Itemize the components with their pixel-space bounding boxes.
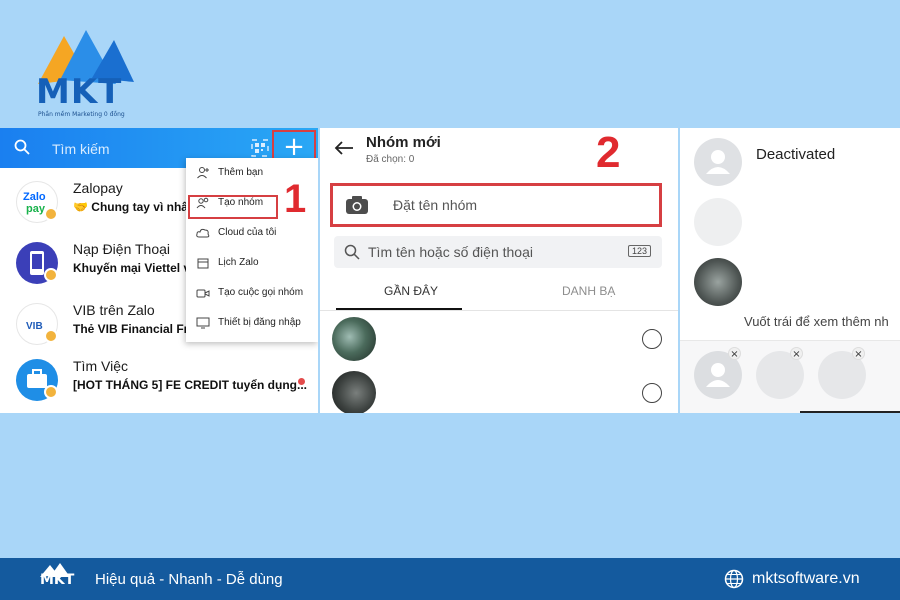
selection-panel: Deactivated Vuốt trái để xem thêm nh × ×… — [680, 128, 900, 413]
unread-dot — [298, 378, 305, 385]
chat-name: Tìm Việc — [73, 358, 128, 374]
menu-label: Thêm bạn — [218, 167, 264, 178]
search-icon[interactable] — [14, 139, 30, 155]
search-input[interactable]: Tìm kiếm — [52, 141, 110, 157]
tab-contacts[interactable]: DANH BẠ — [562, 284, 615, 298]
contact-avatar — [332, 371, 376, 413]
svg-text:pay: pay — [26, 203, 46, 215]
home-indicator — [800, 411, 900, 413]
video-call-icon — [196, 289, 210, 298]
logo-text: MKT — [36, 72, 123, 112]
search-placeholder: Tìm tên hoặc số điện thoại — [368, 244, 533, 260]
step-number-1: 1 — [284, 177, 307, 221]
chat-name: Zalopay — [73, 180, 123, 196]
footer-bar: MKT Hiệu quả - Nhanh - Dễ dùng mktsoftwa… — [0, 558, 900, 600]
contact-row[interactable] — [320, 369, 678, 413]
website-link[interactable]: mktsoftware.vn — [752, 570, 860, 588]
contact-row[interactable] — [320, 315, 678, 363]
group-name-placeholder: Đặt tên nhóm — [393, 197, 478, 213]
selected-count: Đã chọn: 0 — [366, 154, 415, 165]
group-name-field[interactable]: Đặt tên nhóm — [330, 183, 662, 227]
plus-icon: + — [283, 132, 305, 162]
select-radio[interactable] — [642, 329, 662, 349]
globe-icon — [724, 569, 744, 589]
verified-badge-icon — [44, 207, 58, 221]
verified-badge-icon — [44, 385, 58, 399]
numeric-keyboard-toggle[interactable]: 123 — [628, 245, 652, 257]
svg-text:VIB: VIB — [26, 321, 43, 332]
contact-avatar — [694, 198, 742, 246]
user-icon — [706, 150, 730, 174]
tab-recent[interactable]: GẦN ĐÂY — [384, 284, 438, 298]
contact-avatar — [694, 258, 742, 306]
step-number-2: 2 — [596, 128, 621, 177]
remove-icon[interactable]: × — [790, 347, 803, 360]
menu-label: Tạo cuộc gọi nhóm — [218, 287, 304, 298]
remove-icon[interactable]: × — [852, 347, 865, 360]
search-icon — [344, 244, 360, 260]
remove-icon[interactable]: × — [728, 347, 741, 360]
divider — [320, 310, 678, 311]
menu-label: Thiết bị đăng nhập — [218, 317, 301, 328]
calendar-icon — [197, 258, 209, 269]
qr-scan-icon[interactable] — [251, 139, 269, 157]
monitor-icon — [196, 317, 210, 329]
zalo-chat-list-panel: Tìm kiếm + Zalo pay Zalopay 🤝 Chung tay … — [0, 128, 318, 413]
menu-item-devices[interactable]: Thiết bị đăng nhập — [186, 310, 318, 338]
menu-item-cloud[interactable]: Cloud của tôi — [186, 220, 318, 248]
menu-label: Lịch Zalo — [218, 257, 259, 268]
page-title: Nhóm mới — [366, 134, 441, 151]
back-arrow-icon[interactable] — [334, 140, 354, 156]
contact-avatar — [332, 317, 376, 361]
contact-search-input[interactable]: Tìm tên hoặc số điện thoại 123 — [334, 236, 662, 268]
cloud-icon — [196, 228, 210, 238]
footer-logo-text: MKT — [40, 572, 75, 588]
deactivated-avatar — [694, 138, 742, 186]
verified-badge-icon — [44, 268, 58, 282]
swipe-hint: Vuốt trái để xem thêm nh — [744, 314, 889, 329]
chat-last-message: Thẻ VIB Financial Free — [73, 322, 202, 336]
new-group-panel: Nhóm mới Đã chọn: 0 2 Đặt tên nhóm Tìm t… — [320, 128, 678, 413]
selected-contacts-bar: × × × — [680, 340, 900, 413]
footer-tagline: Hiệu quả - Nhanh - Dễ dùng — [95, 571, 283, 588]
contact-name: Deactivated — [756, 146, 836, 163]
verified-badge-icon — [44, 329, 58, 343]
svg-text:Zalo: Zalo — [23, 191, 46, 203]
chat-name: VIB trên Zalo — [73, 302, 155, 318]
select-radio[interactable] — [642, 383, 662, 403]
chat-name: Nạp Điện Thoại — [73, 241, 171, 257]
chat-item[interactable]: Tìm Việc [HOT THÁNG 5] FE CREDIT tuyển d… — [0, 350, 318, 413]
chat-last-message: [HOT THÁNG 5] FE CREDIT tuyển dụng... — [73, 378, 307, 392]
camera-icon[interactable] — [345, 195, 369, 215]
menu-item-group-call[interactable]: Tạo cuộc gọi nhóm — [186, 280, 318, 308]
menu-label: Cloud của tôi — [218, 227, 277, 238]
menu-item-calendar[interactable]: Lịch Zalo — [186, 250, 318, 278]
create-group-highlight — [188, 195, 278, 219]
add-friend-icon — [197, 167, 209, 179]
logo-subtitle: Phần mềm Marketing 0 đồng — [38, 111, 125, 118]
